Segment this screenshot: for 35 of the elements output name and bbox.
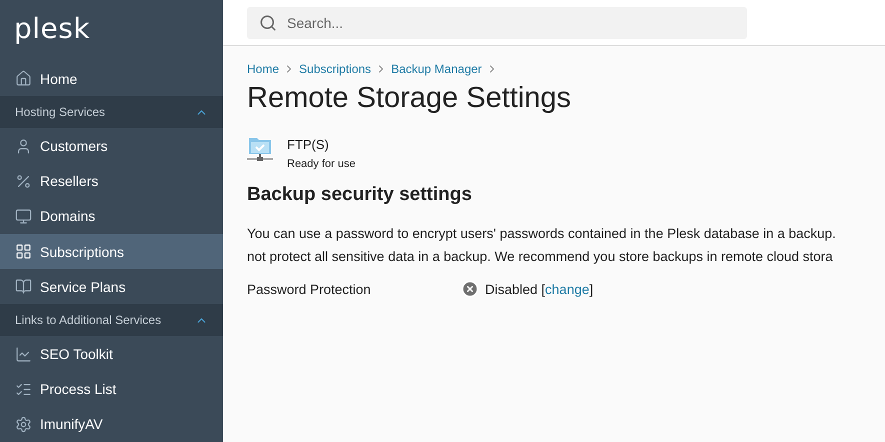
sidebar-item[interactable]: SEO Toolkit (0, 336, 223, 372)
sidebar-item[interactable]: Resellers (0, 164, 223, 199)
storage-status: Ready for use (287, 158, 356, 170)
chart-icon (15, 346, 32, 363)
storage-name: FTP(S) (287, 137, 330, 152)
percent-icon (15, 172, 32, 190)
description-text: You can use a password to encrypt users' passwords contained in the Plesk database in a backup. not protect all sensitive data in a backup. We recommend you store backups in remote cloud stora (247, 225, 837, 266)
sidebar-item[interactable]: Customers (0, 128, 223, 164)
sidebar-item[interactable]: Subscriptions (0, 234, 223, 270)
sidebar-item[interactable]: Service Plans (0, 269, 223, 304)
logo: plesk (13, 11, 92, 47)
sidebar-item[interactable]: Home (0, 61, 223, 96)
book-icon (15, 278, 32, 296)
monitor-icon (15, 208, 32, 225)
sidebar-item[interactable]: ImunifyAV (0, 406, 223, 442)
sidebar-item[interactable]: Domains (0, 198, 223, 234)
sidebar-item[interactable]: Process List (0, 372, 223, 407)
sidebar-group-header[interactable]: Hosting Services (0, 96, 223, 128)
change-link[interactable]: change (545, 282, 590, 296)
search-icon (259, 14, 277, 32)
bracket-text: ] (589, 282, 594, 296)
breadcrumb-link[interactable]: Home (247, 62, 280, 76)
home-icon (15, 70, 32, 88)
gear-icon (15, 416, 32, 433)
user-icon (15, 138, 32, 155)
folder-network-icon (247, 135, 273, 163)
page-title: Remote Storage Settings (247, 82, 572, 115)
section-heading: Backup security settings (247, 184, 473, 206)
search-field[interactable]: Search... (247, 6, 747, 38)
breadcrumb-link[interactable]: Subscriptions (299, 62, 372, 76)
breadcrumb-link[interactable]: Backup Manager (391, 62, 482, 76)
field-label: Password Protection (247, 282, 372, 296)
grid-icon (15, 243, 32, 260)
status-text: Disabled [ (485, 282, 546, 296)
sidebar-group-header[interactable]: Links to Additional Services (0, 304, 223, 336)
